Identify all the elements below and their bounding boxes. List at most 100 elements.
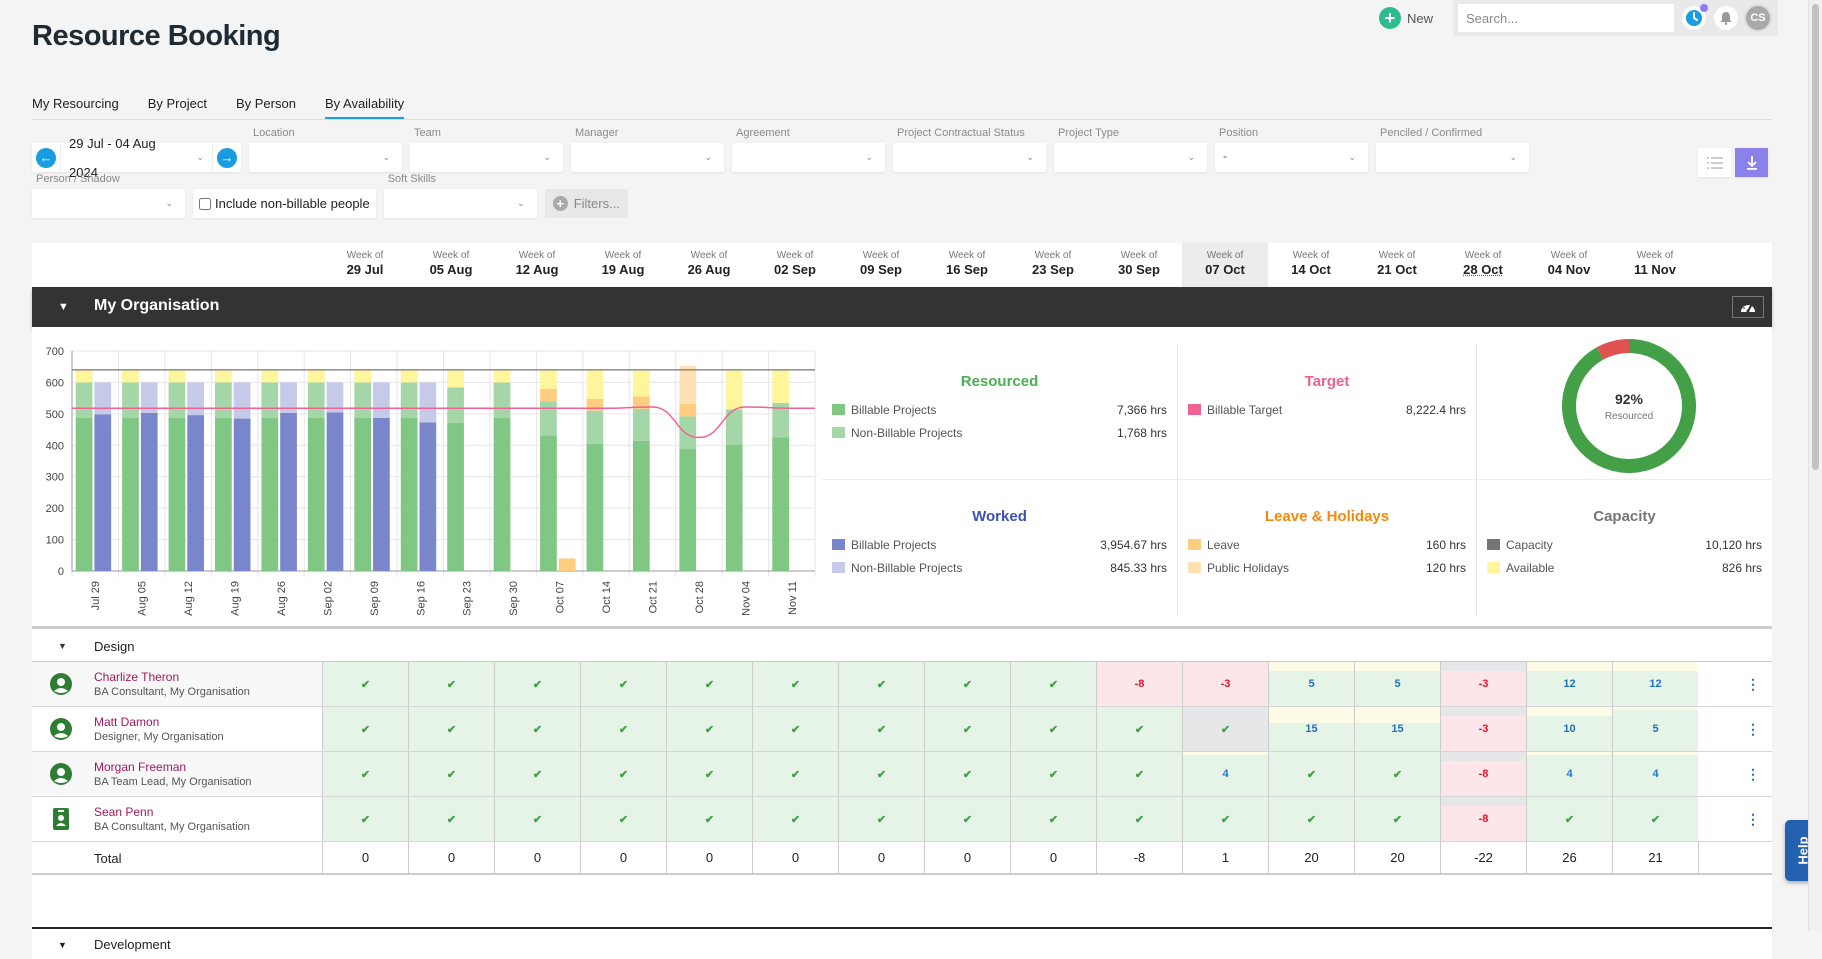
position-select[interactable]: Position - ⌄ xyxy=(1215,127,1368,172)
availability-cell[interactable]: -3 xyxy=(1440,707,1526,751)
next-week-button[interactable]: → xyxy=(217,147,237,168)
global-search-input[interactable] xyxy=(1458,4,1674,32)
availability-cell[interactable]: -8 xyxy=(1440,752,1526,796)
tab-by-person[interactable]: By Person xyxy=(236,96,296,119)
tab-by-project[interactable]: By Project xyxy=(148,96,207,119)
tab-by-availability[interactable]: By Availability xyxy=(324,96,405,119)
availability-cell[interactable]: ✔ xyxy=(1010,797,1096,841)
availability-cell[interactable]: ✔ xyxy=(1182,797,1268,841)
date-range-select[interactable]: 29 Jul - 04 Aug 2024 ⌄ xyxy=(60,136,213,180)
availability-cell[interactable]: ✔ xyxy=(494,752,580,796)
include-nonbillable-checkbox[interactable] xyxy=(199,197,211,210)
time-tracking-button[interactable] xyxy=(1682,4,1708,30)
notifications-button[interactable] xyxy=(1714,6,1738,30)
availability-cell[interactable]: ✔ xyxy=(752,707,838,751)
availability-cell[interactable]: ✔ xyxy=(1010,707,1096,751)
availability-cell[interactable]: ✔ xyxy=(580,662,666,706)
penciled-confirmed-select[interactable]: Penciled / Confirmed ⌄ xyxy=(1376,127,1529,172)
availability-cell[interactable]: ✔ xyxy=(408,797,494,841)
availability-cell[interactable]: 12 xyxy=(1612,662,1698,706)
soft-skills-select[interactable]: Soft Skills ⌄ xyxy=(383,173,537,218)
availability-cell[interactable]: ✔ xyxy=(580,797,666,841)
availability-cell[interactable]: ✔ xyxy=(838,662,924,706)
person-name-link[interactable]: Matt Damon xyxy=(94,715,159,729)
list-view-button[interactable] xyxy=(1698,148,1731,177)
availability-cell[interactable]: ✔ xyxy=(580,752,666,796)
availability-cell[interactable]: ✔ xyxy=(924,752,1010,796)
row-actions-menu[interactable]: ⋮ xyxy=(1734,707,1772,751)
availability-cell[interactable]: ✔ xyxy=(1096,752,1182,796)
availability-cell[interactable]: ✔ xyxy=(1612,797,1698,841)
scrollbar-thumb[interactable] xyxy=(1812,4,1819,470)
location-select[interactable]: Location ⌄ xyxy=(249,127,402,172)
availability-cell[interactable]: 4 xyxy=(1526,752,1612,796)
dashboard-toggle-button[interactable] xyxy=(1732,296,1764,318)
availability-cell[interactable]: ✔ xyxy=(322,752,408,796)
manager-select[interactable]: Manager ⌄ xyxy=(571,127,724,172)
availability-cell[interactable]: ✔ xyxy=(408,707,494,751)
availability-cell[interactable]: ✔ xyxy=(322,662,408,706)
availability-cell[interactable]: 12 xyxy=(1526,662,1612,706)
availability-cell[interactable]: ✔ xyxy=(322,797,408,841)
availability-cell[interactable]: ✔ xyxy=(494,707,580,751)
availability-cell[interactable]: 15 xyxy=(1268,707,1354,751)
collapse-group-toggle[interactable]: ▼ xyxy=(58,940,67,950)
tab-my-resourcing[interactable]: My Resourcing xyxy=(32,96,119,119)
availability-cell[interactable]: ✔ xyxy=(1096,707,1182,751)
availability-cell[interactable]: ✔ xyxy=(666,752,752,796)
availability-cell[interactable]: -8 xyxy=(1440,797,1526,841)
person-name-link[interactable]: Sean Penn xyxy=(94,805,153,819)
availability-cell[interactable]: ✔ xyxy=(752,797,838,841)
availability-cell[interactable]: ✔ xyxy=(322,707,408,751)
availability-cell[interactable]: 15 xyxy=(1354,707,1440,751)
availability-cell[interactable]: ✔ xyxy=(752,662,838,706)
row-actions-menu[interactable]: ⋮ xyxy=(1734,662,1772,706)
page-scrollbar[interactable] xyxy=(1808,0,1822,931)
download-button[interactable] xyxy=(1735,148,1768,177)
collapse-group-toggle[interactable]: ▼ xyxy=(58,641,67,651)
availability-cell[interactable]: 4 xyxy=(1182,752,1268,796)
availability-cell[interactable]: ✔ xyxy=(408,662,494,706)
availability-cell[interactable]: ✔ xyxy=(494,662,580,706)
availability-cell[interactable]: ✔ xyxy=(1268,797,1354,841)
availability-cell[interactable]: ✔ xyxy=(408,752,494,796)
availability-cell[interactable]: ✔ xyxy=(1182,707,1268,751)
availability-cell[interactable]: ✔ xyxy=(666,707,752,751)
more-filters-button[interactable]: + Filters... xyxy=(544,189,628,218)
availability-cell[interactable]: ✔ xyxy=(924,662,1010,706)
availability-cell[interactable]: ✔ xyxy=(924,707,1010,751)
availability-cell[interactable]: -3 xyxy=(1440,662,1526,706)
person-name-link[interactable]: Morgan Freeman xyxy=(94,760,186,774)
row-actions-menu[interactable]: ⋮ xyxy=(1734,752,1772,796)
project-type-select[interactable]: Project Type ⌄ xyxy=(1054,127,1207,172)
availability-cell[interactable]: ✔ xyxy=(1010,752,1096,796)
availability-cell[interactable]: ✔ xyxy=(838,752,924,796)
availability-cell[interactable]: 5 xyxy=(1612,707,1698,751)
availability-cell[interactable]: 4 xyxy=(1612,752,1698,796)
availability-cell[interactable]: ✔ xyxy=(1010,662,1096,706)
person-name-link[interactable]: Charlize Theron xyxy=(94,670,179,684)
availability-cell[interactable]: ✔ xyxy=(1526,797,1612,841)
previous-week-button[interactable]: ← xyxy=(36,147,56,168)
include-nonbillable-toggle[interactable]: Include non-billable people xyxy=(193,189,376,218)
availability-cell[interactable]: ✔ xyxy=(1354,797,1440,841)
availability-cell[interactable]: ✔ xyxy=(838,707,924,751)
availability-cell[interactable]: ✔ xyxy=(1268,752,1354,796)
row-actions-menu[interactable]: ⋮ xyxy=(1734,797,1772,841)
availability-cell[interactable]: 10 xyxy=(1526,707,1612,751)
person-shadow-select[interactable]: Person / Shadow ⌄ xyxy=(32,173,185,218)
project-contractual-status-select[interactable]: Project Contractual Status ⌄ xyxy=(893,127,1046,172)
availability-cell[interactable]: ✔ xyxy=(838,797,924,841)
availability-cell[interactable]: ✔ xyxy=(924,797,1010,841)
availability-cell[interactable]: -8 xyxy=(1096,662,1182,706)
collapse-organisation-toggle[interactable]: ▼ xyxy=(58,301,69,313)
availability-cell[interactable]: ✔ xyxy=(752,752,838,796)
availability-cell[interactable]: ✔ xyxy=(1096,797,1182,841)
user-avatar[interactable]: CS xyxy=(1746,6,1770,30)
availability-cell[interactable]: -3 xyxy=(1182,662,1268,706)
availability-cell[interactable]: ✔ xyxy=(494,797,580,841)
availability-cell[interactable]: ✔ xyxy=(666,797,752,841)
team-select[interactable]: Team ⌄ xyxy=(410,127,563,172)
availability-cell[interactable]: ✔ xyxy=(580,707,666,751)
new-button[interactable]: + New xyxy=(1378,7,1433,29)
